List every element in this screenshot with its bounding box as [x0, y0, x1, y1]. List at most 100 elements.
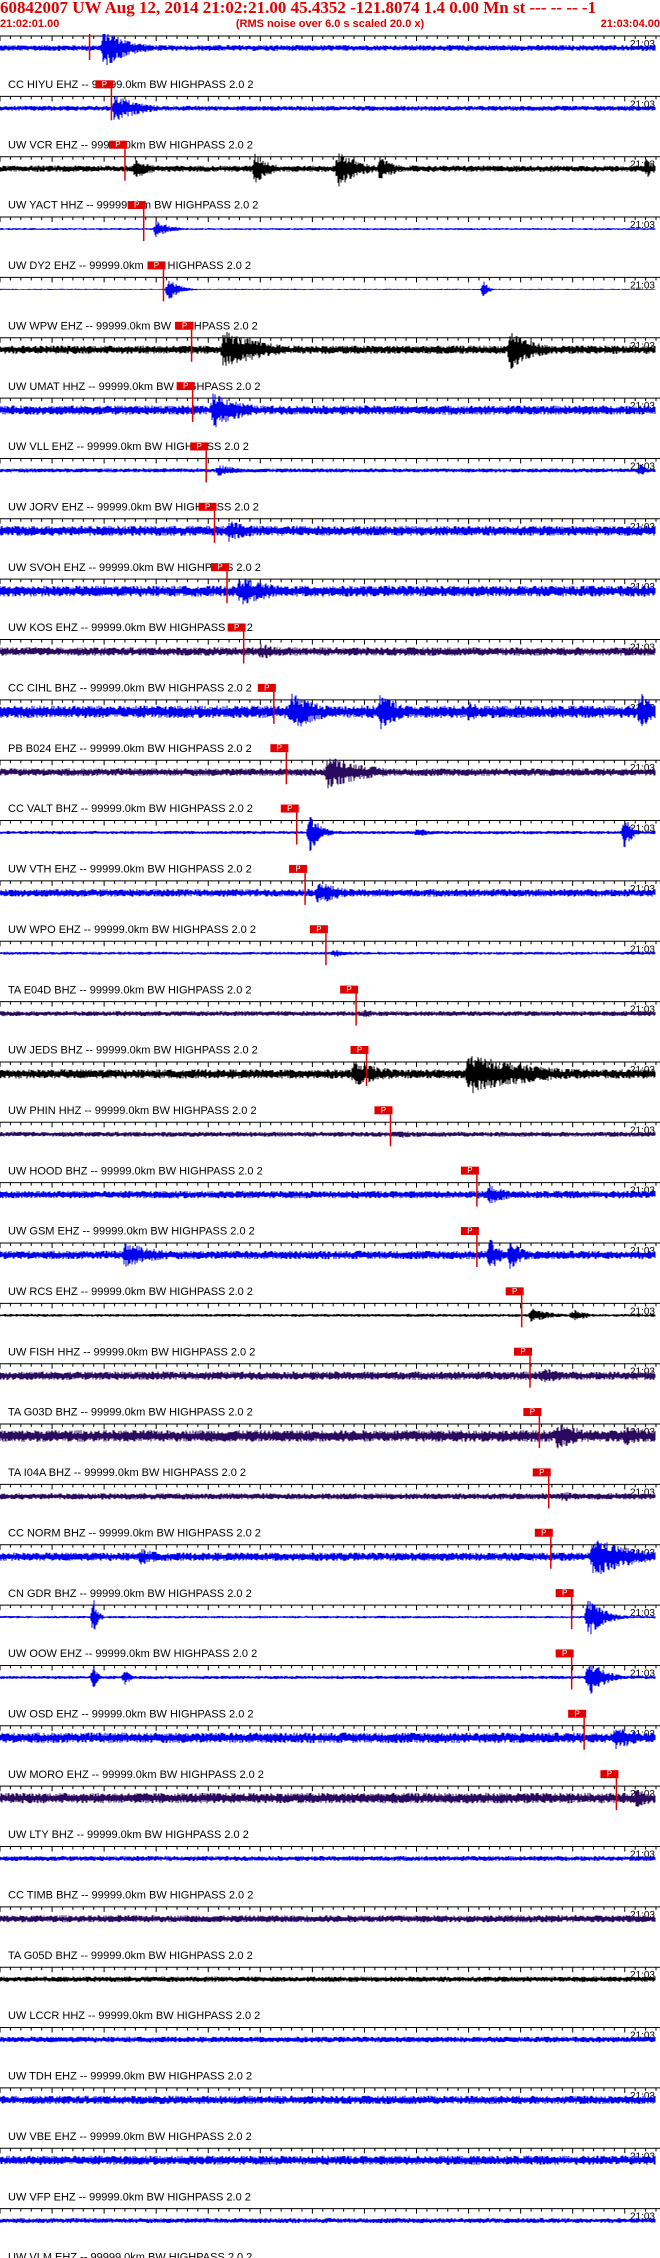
- station-label: TA G03D BHZ -- 99999.0km BW HIGHPASS 2.0…: [8, 1407, 253, 1419]
- waveform-trace: [0, 2218, 656, 2224]
- station-label: TA G05D BHZ -- 99999.0km BW HIGHPASS 2.0…: [8, 1950, 253, 1962]
- station-label: UW VLL EHZ -- 99999.0km BW HIGHPASS 2.0 …: [8, 441, 249, 453]
- waveform-trace: [0, 30, 656, 66]
- pick-label: P: [357, 1045, 362, 1054]
- waveform-trace: [0, 578, 656, 605]
- pick-label: P: [607, 1770, 612, 1779]
- station-label: UW GSM EHZ -- 99999.0km BW HIGHPASS 2.0 …: [8, 1226, 255, 1238]
- waveform-trace: [0, 464, 656, 476]
- pick-label: P: [467, 1227, 472, 1236]
- waveform-trace: [0, 1131, 656, 1138]
- station-label: UW WPO EHZ -- 99999.0km BW HIGHPASS 2.0 …: [8, 924, 256, 936]
- event-title: 60842007 UW Aug 12, 2014 21:02:21.00 45.…: [0, 0, 597, 17]
- station-label: UW HOOD BHZ -- 99999.0km BW HIGHPASS 2.0…: [8, 1165, 263, 1177]
- trace-row: 21:03UW LCCR HHZ -- 99999.0km BW HIGHPAS…: [0, 1966, 660, 2022]
- waveform-trace: [0, 1308, 656, 1322]
- station-label: UW LTY BHZ -- 99999.0km BW HIGHPASS 2.0 …: [8, 1829, 249, 1841]
- pick-label: P: [115, 140, 120, 149]
- waveform-trace: [0, 1790, 656, 1807]
- pick-label: P: [234, 623, 239, 632]
- pick-label: P: [205, 502, 210, 511]
- station-label: CC TIMB BHZ -- 99999.0km BW HIGHPASS 2.0…: [8, 1890, 253, 1902]
- pick-label: P: [520, 1347, 525, 1356]
- waveform-trace: [0, 817, 656, 851]
- waveform-trace: [0, 521, 656, 542]
- end-time-label: 21:03:04.00: [600, 18, 660, 30]
- waveform-trace: [0, 153, 656, 187]
- waveform-trace: [0, 96, 656, 120]
- station-label: UW VTH EHZ -- 99999.0km BW HIGHPASS 2.0 …: [8, 864, 252, 876]
- station-label: UW PHIN HHZ -- 99999.0km BW HIGHPASS 2.0…: [8, 1105, 257, 1117]
- station-label: CC NORM BHZ -- 99999.0km BW HIGHPASS 2.0…: [8, 1527, 261, 1539]
- waveform-trace: [0, 221, 656, 237]
- rms-note: (RMS noise over 6.0 s scaled 20.0 x): [235, 18, 425, 30]
- pick-label: P: [541, 1528, 546, 1537]
- pick-label: P: [381, 1106, 386, 1115]
- pick-label: P: [134, 201, 139, 210]
- waveform-trace: [0, 1728, 656, 1749]
- waveform-trace: [0, 1424, 656, 1449]
- waveform-trace: [0, 1540, 656, 1574]
- pick-label: P: [264, 683, 269, 692]
- pick-label: P: [277, 744, 282, 753]
- waveform-trace: [0, 2155, 656, 2165]
- station-label: UW JORV EHZ -- 99999.0km BW HIGHPASS 2.0…: [8, 501, 259, 513]
- pick-label: P: [467, 1166, 472, 1175]
- pick-label: P: [316, 925, 321, 934]
- station-label: UW VCR EHZ -- 99999.0km BW HIGHPASS 2.0 …: [8, 139, 253, 151]
- station-label: UW VBE EHZ -- 99999.0km BW HIGHPASS 2.0 …: [8, 2131, 252, 2143]
- waveform-trace: [0, 1856, 656, 1861]
- pick-label: P: [530, 1408, 535, 1417]
- waveform-trace: [0, 1184, 656, 1204]
- pick-label: P: [574, 1709, 579, 1718]
- station-label: UW VFP EHZ -- 99999.0km BW HIGHPASS 2.0 …: [8, 2191, 251, 2203]
- pick-label: P: [183, 382, 188, 391]
- waveform-trace: [0, 693, 656, 730]
- trace-row: 21:03UW VFP EHZ -- 99999.0km BW HIGHPASS…: [0, 2147, 660, 2203]
- station-label: UW JEDS BHZ -- 99999.0km BW HIGHPASS 2.0…: [8, 1045, 258, 1057]
- pick-label: P: [346, 985, 351, 994]
- plot-header: 60842007 UW Aug 12, 2014 21:02:21.00 45.…: [0, 0, 660, 34]
- waveform-trace: [0, 949, 656, 957]
- station-label: TA E04D BHZ -- 99999.0km BW HIGHPASS 2.0…: [8, 984, 252, 996]
- station-label: CN GDR BHZ -- 99999.0km BW HIGHPASS 2.0 …: [8, 1588, 252, 1600]
- station-label: PB B024 EHZ -- 99999.0km BW HIGHPASS 2.0…: [8, 743, 252, 755]
- trace-row: 21:03UW TDH EHZ -- 99999.0km BW HIGHPASS…: [0, 2027, 660, 2083]
- station-label: UW KOS EHZ -- 99999.0km BW HIGHPASS 2.0 …: [8, 622, 253, 634]
- pick-label: P: [562, 1649, 567, 1658]
- station-label: TA I04A BHZ -- 99999.0km BW HIGHPASS 2.0…: [8, 1467, 246, 1479]
- waveform-trace: [0, 1369, 656, 1382]
- pick-label: P: [154, 261, 159, 270]
- waveform-trace: [0, 1915, 656, 1923]
- waveform-trace: [0, 1976, 656, 1982]
- trace-row: 21:03UW VBE EHZ -- 99999.0km BW HIGHPASS…: [0, 2087, 660, 2143]
- waveform-trace: [0, 1665, 656, 1694]
- waveform-trace: [0, 280, 656, 299]
- waveform-trace: [0, 2036, 656, 2043]
- trace-row: 21:03CC TIMB BHZ -- 99999.0km BW HIGHPAS…: [0, 1846, 660, 1902]
- pick-label: P: [539, 1468, 544, 1477]
- pick-label: P: [287, 804, 292, 813]
- pick-label: P: [295, 864, 300, 873]
- station-label: UW RCS EHZ -- 99999.0km BW HIGHPASS 2.0 …: [8, 1286, 253, 1298]
- pick-label: P: [182, 321, 187, 330]
- pick-label: P: [217, 563, 222, 572]
- waveform-trace: [0, 1492, 656, 1501]
- station-label: UW TDH EHZ -- 99999.0km BW HIGHPASS 2.0 …: [8, 2071, 252, 2083]
- station-label: UW LCCR HHZ -- 99999.0km BW HIGHPASS 2.0…: [8, 2010, 260, 2022]
- station-label: UW VLM EHZ -- 99999.0km BW HIGHPASS 2.0 …: [8, 2252, 252, 2258]
- station-label: UW FISH HHZ -- 99999.0km BW HIGHPASS 2.0…: [8, 1346, 255, 1358]
- station-label: UW MORO EHZ -- 99999.0km BW HIGHPASS 2.0…: [8, 1769, 264, 1781]
- pick-label: P: [562, 1589, 567, 1598]
- waveform-trace: [0, 2095, 656, 2105]
- station-label: UW UMAT HHZ -- 99999.0km BW HIGHPASS 2.0…: [8, 381, 260, 393]
- waveform-trace: [0, 1239, 656, 1269]
- pick-label: P: [102, 80, 107, 89]
- station-label: UW DY2 EHZ -- 99999.0km BW HIGHPASS 2.0 …: [8, 260, 251, 272]
- pick-label: P: [196, 442, 201, 451]
- trace-row: 21:03UW VLM EHZ -- 99999.0km BW HIGHPASS…: [0, 2208, 660, 2258]
- trace-row: 21:03TA G05D BHZ -- 99999.0km BW HIGHPAS…: [0, 1906, 660, 1962]
- waveform-trace: [0, 883, 656, 903]
- station-label: CC HIYU EHZ -- 99999.0km BW HIGHPASS 2.0…: [8, 79, 254, 91]
- station-label: UW OOW EHZ -- 99999.0km BW HIGHPASS 2.0 …: [8, 1648, 257, 1660]
